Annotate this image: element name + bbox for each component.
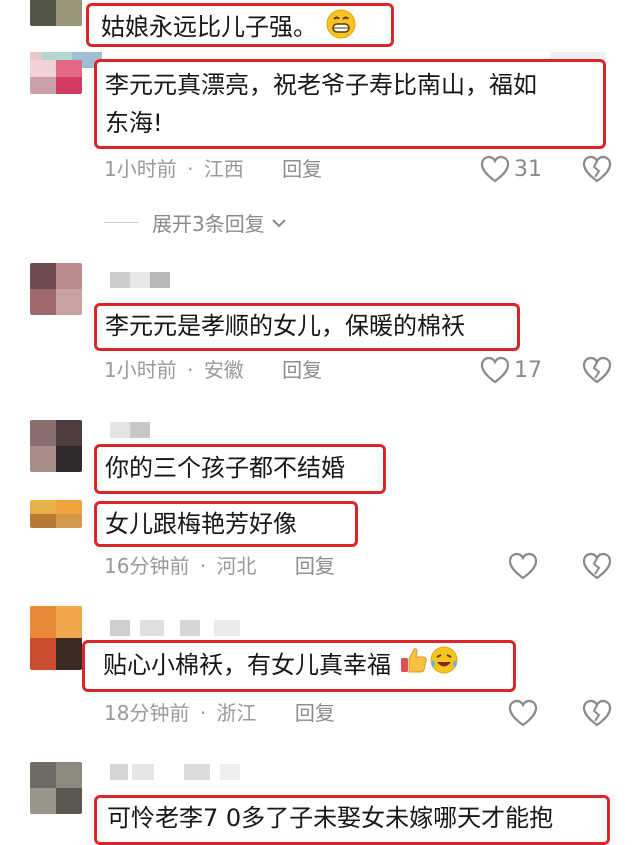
comment-highlight-4: 你的三个孩子都不结婚 (94, 444, 386, 494)
chevron-down-icon (272, 218, 286, 227)
grinning-face-emoji (325, 8, 357, 48)
username-blurred[interactable] (110, 620, 240, 636)
expand-replies-label: 展开3条回复 (152, 212, 265, 236)
avatar[interactable] (30, 420, 82, 472)
reply-button[interactable]: 回复 (295, 554, 335, 578)
avatar[interactable] (30, 263, 82, 315)
like-button[interactable]: 17 (480, 354, 542, 386)
heart-outline-icon (480, 356, 510, 384)
laughing-tears-emoji (429, 645, 459, 687)
thumbs-up-emoji (399, 645, 429, 687)
broken-heart-icon[interactable] (582, 551, 612, 581)
timestamp: 1小时前 (104, 157, 177, 181)
comment-highlight-5: 女儿跟梅艳芳好像 (94, 501, 358, 547)
comment-text: 姑娘永远比儿子强。 (101, 13, 317, 41)
reply-button[interactable]: 回复 (282, 358, 322, 382)
comment-meta: 1小时前 · 安徽 回复 (104, 356, 322, 384)
reply-button[interactable]: 回复 (295, 701, 335, 725)
comment-meta: 18分钟前 · 浙江 回复 (104, 699, 335, 727)
comment-highlight-1: 姑娘永远比儿子强。 (86, 3, 394, 47)
divider (104, 222, 138, 223)
comment-meta: 1小时前 · 江西 回复 (104, 155, 322, 183)
avatar[interactable] (30, 0, 82, 26)
location: 江西 (203, 157, 244, 181)
expand-replies-button[interactable]: 展开3条回复 (104, 208, 289, 237)
separator: · (187, 358, 194, 382)
separator: · (199, 554, 207, 578)
location: 浙江 (216, 701, 257, 725)
timestamp: 18分钟前 (104, 701, 190, 725)
reply-button[interactable]: 回复 (282, 157, 322, 181)
comment-meta: 16分钟前 · 河北 回复 (104, 552, 335, 580)
separator: · (187, 157, 194, 181)
like-button[interactable] (508, 697, 542, 729)
username-blurred[interactable] (110, 422, 150, 438)
comment-text: 女儿跟梅艳芳好像 (105, 510, 297, 538)
like-count: 31 (514, 156, 542, 182)
comment-text-line-1: 李元元真漂亮，祝老爷子寿比南山，福如 (105, 71, 537, 99)
heart-outline-icon (508, 552, 538, 580)
comment-highlight-6: 贴心小棉袄，有女儿真幸福 (82, 640, 516, 692)
timestamp: 1小时前 (104, 358, 177, 382)
comment-text: 贴心小棉袄，有女儿真幸福 (103, 651, 391, 679)
broken-heart-icon[interactable] (582, 698, 612, 728)
broken-heart-icon[interactable] (582, 154, 612, 184)
timestamp: 16分钟前 (104, 554, 190, 578)
like-count: 17 (514, 357, 542, 383)
comment-highlight-2: 李元元真漂亮，祝老爷子寿比南山，福如 东海! (94, 59, 606, 149)
username-blurred[interactable] (110, 272, 170, 288)
avatar[interactable] (30, 60, 82, 94)
avatar[interactable] (30, 500, 82, 528)
username-blurred[interactable] (110, 764, 240, 780)
location: 安徽 (203, 358, 244, 382)
heart-outline-icon (508, 699, 538, 727)
separator: · (199, 701, 207, 725)
avatar[interactable] (30, 762, 82, 814)
comment-highlight-7: 可怜老李7 0多了子未娶女未嫁哪天才能抱 (94, 795, 610, 845)
like-button[interactable] (508, 550, 542, 582)
comment-text: 你的三个孩子都不结婚 (105, 454, 345, 482)
heart-outline-icon (480, 155, 510, 183)
comment-highlight-3: 李元元是孝顺的女儿，保暖的棉袄 (94, 303, 520, 351)
avatar[interactable] (30, 606, 82, 670)
comment-text: 可怜老李7 0多了子未娶女未嫁哪天才能抱 (107, 804, 554, 832)
like-button[interactable]: 31 (480, 153, 542, 185)
location: 河北 (216, 554, 257, 578)
comment-text: 李元元是孝顺的女儿，保暖的棉袄 (105, 312, 465, 340)
broken-heart-icon[interactable] (582, 355, 612, 385)
comment-text-line-2: 东海! (105, 109, 163, 137)
